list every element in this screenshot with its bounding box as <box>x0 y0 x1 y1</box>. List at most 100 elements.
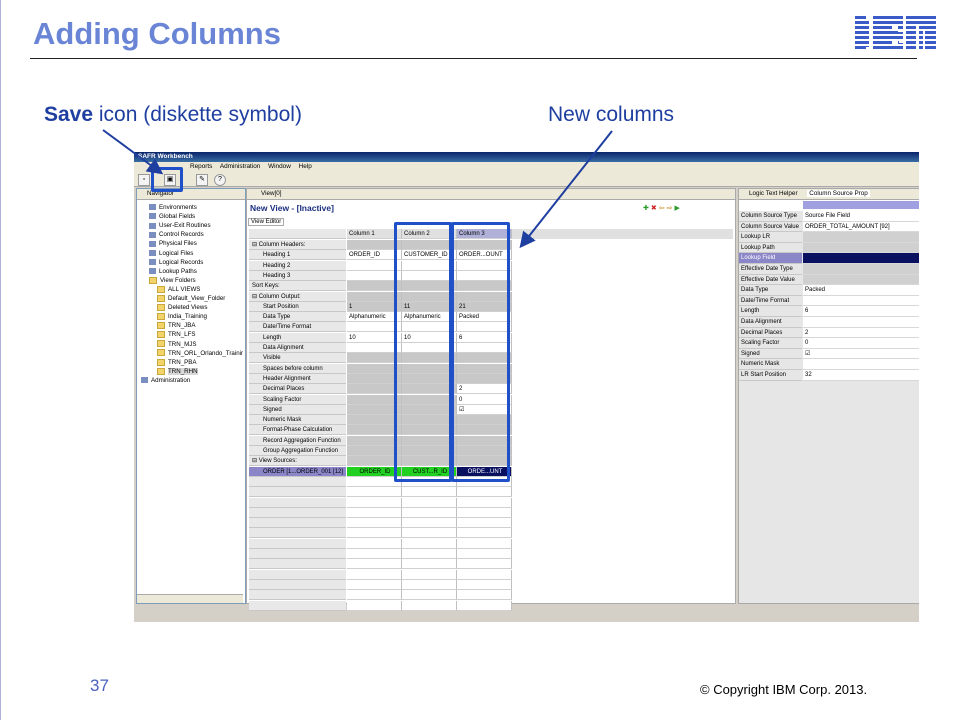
empty-cell <box>457 600 512 611</box>
property-row[interactable]: Lookup LR <box>739 232 919 243</box>
empty-row <box>249 549 512 559</box>
property-row[interactable]: Data Type Packed <box>739 285 919 296</box>
column-source-prop-tab[interactable]: Column Source Prop <box>807 190 870 197</box>
tree-item-label: Lookup Paths <box>159 267 197 275</box>
tree-item[interactable]: TRN_PBA <box>157 358 197 367</box>
property-row[interactable]: Lookup Path <box>739 242 919 254</box>
tree-item-label: TRN_MJS <box>168 340 197 348</box>
menu-help[interactable]: Help <box>299 163 312 170</box>
tree-item-label: User-Exit Routines <box>159 222 211 230</box>
property-label: Scaling Factor <box>739 338 802 349</box>
property-value[interactable]: Packed <box>803 285 919 296</box>
delete-column-icon[interactable]: ✖ <box>651 205 659 212</box>
tree-item[interactable]: Logical Records <box>149 258 203 267</box>
property-row[interactable]: Column Source Type Source File Field <box>739 211 919 222</box>
tree-item[interactable]: ALL VIEWS <box>157 285 200 294</box>
file-icon <box>149 240 156 247</box>
move-right-icon[interactable]: ⇨ <box>667 205 675 212</box>
row-label: Record Aggregation Function <box>249 435 346 446</box>
property-value[interactable] <box>803 253 919 264</box>
tree-item[interactable]: India_Training <box>157 312 207 321</box>
property-row[interactable]: Data Alignment <box>739 317 919 328</box>
empty-cell <box>402 518 457 529</box>
property-value[interactable] <box>803 264 919 275</box>
tree-item[interactable]: TRN_JBA <box>157 321 196 330</box>
empty-label <box>249 549 346 559</box>
property-value[interactable]: 0 <box>803 338 919 349</box>
property-row[interactable]: Scaling Factor 0 <box>739 338 919 349</box>
tree-item[interactable]: Lookup Paths <box>149 267 197 276</box>
view-editor-subtab[interactable]: View Editor <box>248 218 285 226</box>
row-label: Spaces before column <box>249 363 346 374</box>
menu-window[interactable]: Window <box>268 163 291 170</box>
ibm-logo-icon <box>852 16 936 52</box>
add-column-icon[interactable]: ✚ <box>643 205 651 212</box>
folder-icon <box>157 303 165 311</box>
property-row[interactable]: LR Start Position 32 <box>739 370 919 381</box>
wand-icon[interactable]: ✎ <box>196 174 208 186</box>
tree-item[interactable]: Default_View_Folder <box>157 294 225 303</box>
property-row[interactable]: Lookup Field <box>739 253 919 264</box>
logic-text-helper-tab[interactable]: Logic Text Helper <box>749 190 798 197</box>
property-value[interactable] <box>803 274 919 286</box>
empty-row <box>249 497 512 508</box>
property-label: Lookup Field <box>739 253 802 264</box>
property-label: Signed <box>739 348 802 360</box>
tree-item[interactable]: TRN_ORL_Orlando_Trainir <box>157 349 243 358</box>
menu-reports[interactable]: Reports <box>190 163 212 170</box>
properties-header-bar <box>803 201 919 209</box>
property-row[interactable]: Effective Date Type <box>739 264 919 275</box>
menu-administration[interactable]: Administration <box>220 163 261 170</box>
property-value[interactable] <box>803 242 919 254</box>
property-value[interactable] <box>803 359 919 370</box>
tree-item[interactable]: View Folders <box>149 276 196 285</box>
empty-cell <box>457 559 512 570</box>
property-value[interactable]: 32 <box>803 370 919 381</box>
tree-item[interactable]: TRN_RHN <box>157 367 198 376</box>
property-row[interactable]: Decimal Places 2 <box>739 327 919 339</box>
tree-item[interactable]: TRN_LFS <box>157 330 196 339</box>
property-value[interactable]: 6 <box>803 306 919 317</box>
help-icon[interactable]: ? <box>214 174 226 186</box>
property-row[interactable]: Numeric Mask <box>739 359 919 370</box>
tree-item-label: Global Fields <box>159 213 196 221</box>
property-row[interactable]: Date/Time Format <box>739 295 919 307</box>
tree-item[interactable]: Logical Files <box>149 249 193 258</box>
property-row[interactable]: Length 6 <box>739 306 919 317</box>
tree-item[interactable]: User-Exit Routines <box>149 221 211 230</box>
tree-item[interactable]: Control Records <box>149 230 204 239</box>
view-source-label[interactable]: ORDER [1...ORDER_001 [12] <box>249 466 346 477</box>
property-value[interactable] <box>803 295 919 307</box>
tree-item[interactable]: Physical Files <box>149 239 197 248</box>
empty-label <box>249 528 346 539</box>
property-row[interactable]: Column Source Value ORDER_TOTAL_AMOUNT [9… <box>739 221 919 233</box>
empty-row <box>249 579 512 590</box>
empty-row <box>249 487 512 498</box>
empty-cell <box>402 497 457 508</box>
column2-highlight <box>394 222 452 482</box>
tree-item[interactable]: Global Fields <box>149 212 195 221</box>
move-left-icon[interactable]: ⇦ <box>659 205 667 212</box>
property-value[interactable]: Source File Field <box>803 211 919 222</box>
tree-item[interactable]: Deleted Views <box>157 303 207 312</box>
property-value[interactable]: ORDER_TOTAL_AMOUNT [92] <box>803 221 919 233</box>
empty-row <box>249 518 512 529</box>
run-icon[interactable]: ▶ <box>675 205 682 212</box>
tree-item[interactable]: Administration <box>141 376 190 385</box>
navigator-scrollbar[interactable] <box>137 594 243 603</box>
property-value[interactable] <box>803 232 919 243</box>
empty-row <box>249 559 512 570</box>
tree-item[interactable]: TRN_MJS <box>157 340 197 349</box>
view-tab[interactable]: View[0] <box>247 189 735 200</box>
property-value[interactable] <box>803 317 919 328</box>
folder-icon <box>157 331 165 339</box>
empty-row <box>249 600 512 611</box>
property-value[interactable]: ☑ <box>803 348 919 360</box>
tree-item[interactable]: Environments <box>149 203 197 212</box>
new-icon[interactable]: ▫ <box>138 174 150 186</box>
window-titlebar: SAFR Workbench <box>134 152 919 162</box>
slide-title: Adding Columns <box>33 16 281 51</box>
property-row[interactable]: Effective Date Value <box>739 274 919 286</box>
property-row[interactable]: Signed ☑ <box>739 348 919 360</box>
property-value[interactable]: 2 <box>803 327 919 339</box>
